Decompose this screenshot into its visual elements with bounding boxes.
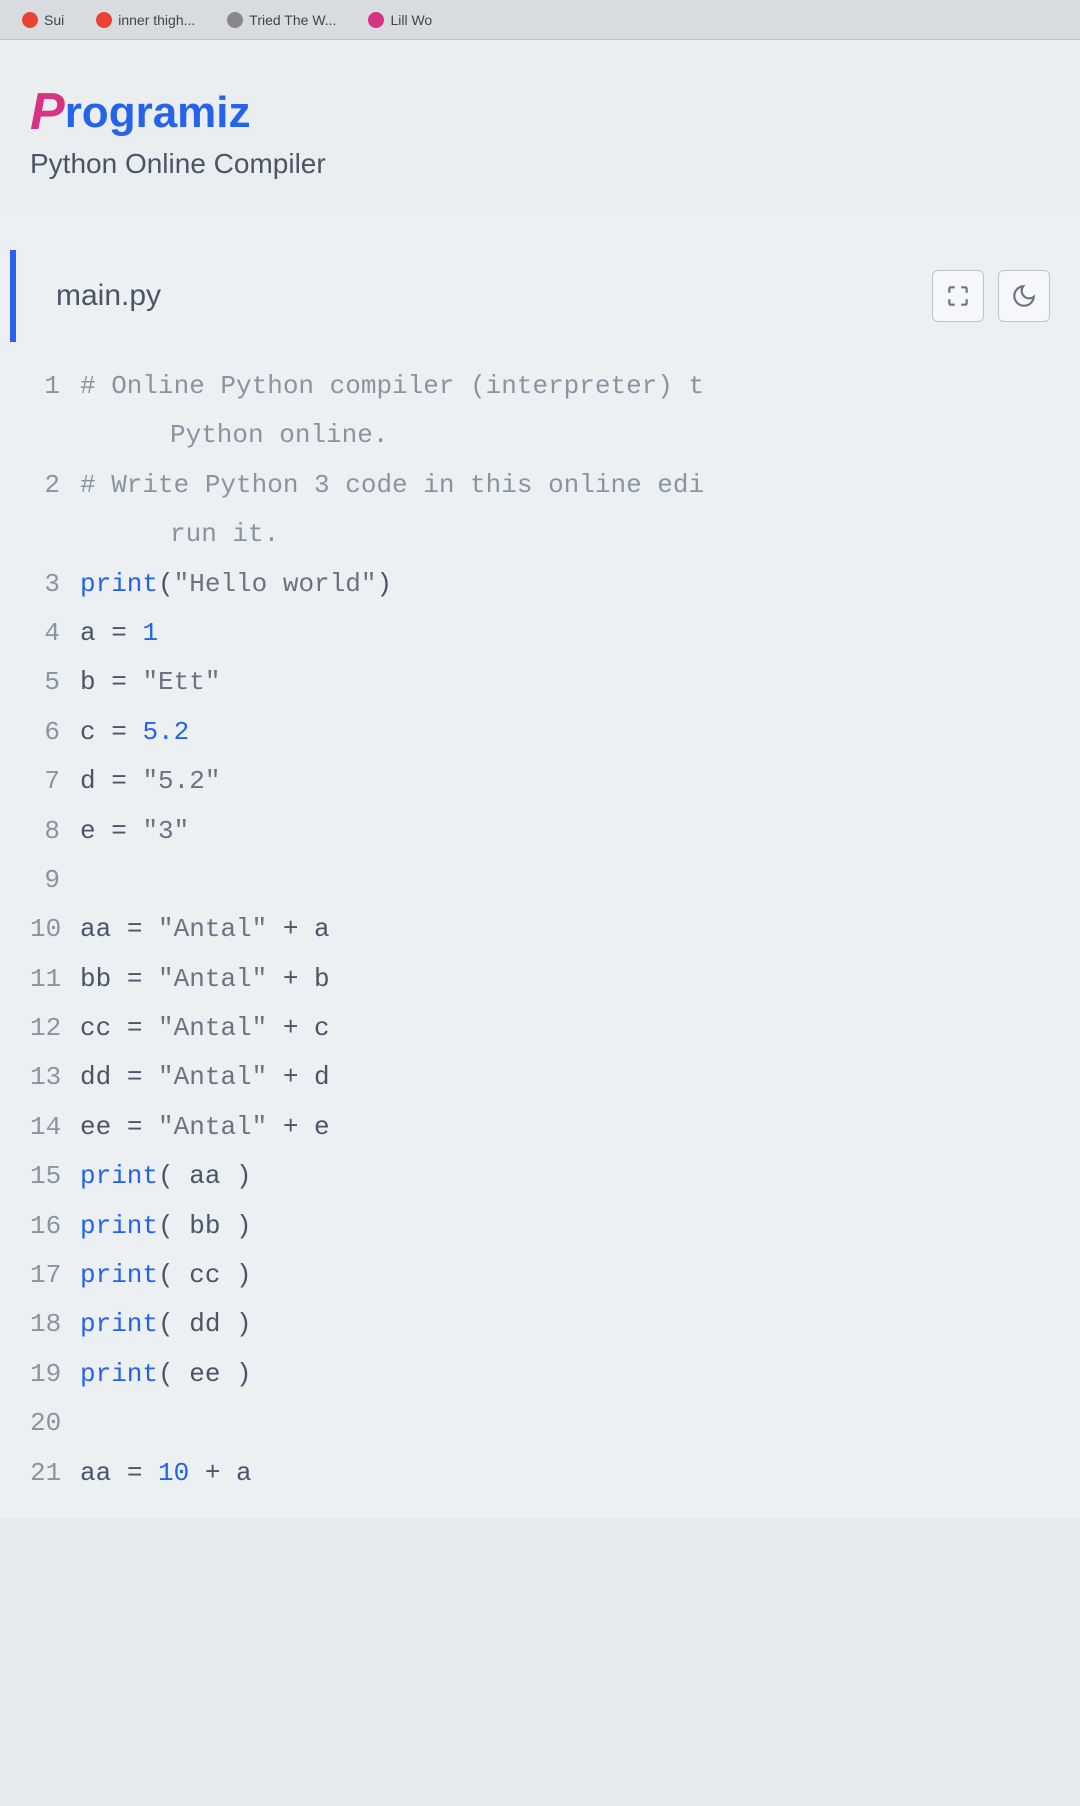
line-content[interactable]: ee = "Antal" + e [80,1103,330,1152]
code-line[interactable]: Python online. [30,411,1080,460]
code-line[interactable]: 16print( bb ) [30,1202,1080,1251]
code-line[interactable]: 6c = 5.2 [30,708,1080,757]
tab-label: Lill Wo [390,12,432,28]
line-number: 3 [30,560,80,609]
line-number: 11 [30,955,80,1004]
line-number: 15 [30,1152,80,1201]
line-content[interactable]: print("Hello world") [80,560,392,609]
line-number: 4 [30,609,80,658]
editor-header: main.py [10,250,1080,342]
code-line[interactable]: 4a = 1 [30,609,1080,658]
line-number: 18 [30,1300,80,1349]
line-content[interactable]: c = 5.2 [80,708,189,757]
line-number: 16 [30,1202,80,1251]
tab-favicon-icon [227,12,243,28]
page-subtitle: Python Online Compiler [30,148,1050,180]
line-content[interactable]: cc = "Antal" + c [80,1004,330,1053]
line-number: 9 [30,856,80,905]
code-line[interactable]: 17print( cc ) [30,1251,1080,1300]
moon-icon [1011,283,1037,309]
editor-panel: main.py 1# Online Python compiler (inter… [0,210,1080,1518]
tab-favicon-icon [22,12,38,28]
line-number: 14 [30,1103,80,1152]
line-content[interactable]: dd = "Antal" + d [80,1053,330,1102]
code-editor[interactable]: 1# Online Python compiler (interpreter) … [0,342,1080,1518]
line-content[interactable]: print( ee ) [80,1350,252,1399]
logo-rest: rogramiz [65,88,251,137]
line-content[interactable]: d = "5.2" [80,757,220,806]
code-line[interactable]: 19print( ee ) [30,1350,1080,1399]
expand-icon [945,283,971,309]
code-line[interactable]: 13dd = "Antal" + d [30,1053,1080,1102]
browser-tab-strip: Sui inner thigh... Tried The W... Lill W… [0,0,1080,40]
line-content[interactable]: e = "3" [80,807,189,856]
code-line[interactable]: 8e = "3" [30,807,1080,856]
code-line[interactable]: 1# Online Python compiler (interpreter) … [30,362,1080,411]
code-line[interactable]: run it. [30,510,1080,559]
code-line[interactable]: 11bb = "Antal" + b [30,955,1080,1004]
line-content[interactable]: Python online. [80,411,388,460]
line-number: 7 [30,757,80,806]
code-line[interactable]: 10aa = "Antal" + a [30,905,1080,954]
line-number: 6 [30,708,80,757]
tab-favicon-icon [368,12,384,28]
line-number: 12 [30,1004,80,1053]
code-line[interactable]: 15print( aa ) [30,1152,1080,1201]
line-content[interactable]: print( cc ) [80,1251,252,1300]
code-line[interactable]: 12cc = "Antal" + c [30,1004,1080,1053]
code-line[interactable]: 21aa = 10 + a [30,1449,1080,1498]
editor-filename: main.py [56,279,918,313]
line-number: 10 [30,905,80,954]
tab-label: Sui [44,12,64,28]
code-line[interactable]: 3print("Hello world") [30,560,1080,609]
expand-button[interactable] [932,270,984,322]
site-logo: Programiz [30,80,1050,140]
line-number: 2 [30,461,80,510]
code-line[interactable]: 9 [30,856,1080,905]
tab-label: inner thigh... [118,12,195,28]
line-content[interactable]: # Online Python compiler (interpreter) t [80,362,704,411]
line-content[interactable]: aa = "Antal" + a [80,905,330,954]
tab-favicon-icon [96,12,112,28]
line-number: 8 [30,807,80,856]
logo-first-char: P [30,82,65,142]
line-content[interactable]: b = "Ett" [80,658,220,707]
code-line[interactable]: 18print( dd ) [30,1300,1080,1349]
code-line[interactable]: 14ee = "Antal" + e [30,1103,1080,1152]
line-number: 20 [30,1399,80,1448]
line-number: 19 [30,1350,80,1399]
line-content[interactable]: run it. [80,510,279,559]
line-number: 13 [30,1053,80,1102]
browser-tab[interactable]: inner thigh... [84,6,207,34]
line-number: 5 [30,658,80,707]
line-content[interactable]: aa = 10 + a [80,1449,252,1498]
tab-label: Tried The W... [249,12,336,28]
theme-toggle-button[interactable] [998,270,1050,322]
line-content[interactable]: a = 1 [80,609,158,658]
code-line[interactable]: 2# Write Python 3 code in this online ed… [30,461,1080,510]
line-number: 17 [30,1251,80,1300]
line-content[interactable]: print( bb ) [80,1202,252,1251]
site-header: Programiz Python Online Compiler [0,40,1080,210]
browser-tab[interactable]: Sui [10,6,76,34]
line-content[interactable]: # Write Python 3 code in this online edi [80,461,704,510]
line-number: 1 [30,362,80,411]
line-number: 21 [30,1449,80,1498]
line-content[interactable]: print( dd ) [80,1300,252,1349]
browser-tab[interactable]: Tried The W... [215,6,348,34]
browser-tab[interactable]: Lill Wo [356,6,444,34]
line-content[interactable]: print( aa ) [80,1152,252,1201]
code-line[interactable]: 20 [30,1399,1080,1448]
code-line[interactable]: 7d = "5.2" [30,757,1080,806]
code-line[interactable]: 5b = "Ett" [30,658,1080,707]
line-content[interactable]: bb = "Antal" + b [80,955,330,1004]
